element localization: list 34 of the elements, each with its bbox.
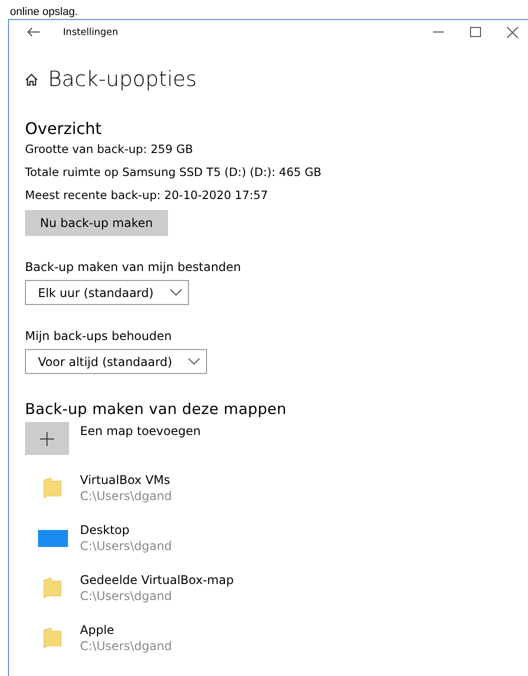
- info-text: Grootte van back-up: 259 GB: [25, 141, 194, 158]
- folder-path: C:\Users\dgand: [80, 588, 173, 604]
- close-icon[interactable]: [507, 26, 518, 38]
- plus-icon: [40, 432, 54, 446]
- folder-name[interactable]: Apple: [80, 622, 172, 638]
- folder-icon: [43, 577, 62, 599]
- folder-path: C:\Users\dgand: [80, 488, 172, 504]
- chevron-down-icon: [170, 289, 182, 296]
- section-heading: Overzicht: [25, 120, 103, 138]
- home-icon[interactable]: [25, 72, 38, 86]
- info-text: Totale ruimte op Samsung SSD T5 (D:) (D:): 465 GB: [25, 164, 322, 181]
- dropdown[interactable]: Elk uur (standaard): [25, 280, 189, 305]
- info-text: Meest recente back-up: 20-10-2020 17:57: [25, 187, 269, 204]
- backup-now-button[interactable]: Nu back-up maken: [25, 210, 168, 236]
- section-heading: Back-up maken van deze mappen: [25, 400, 288, 418]
- folder-path: C:\Users\dgand: [80, 638, 172, 654]
- maximize-icon[interactable]: [470, 27, 481, 37]
- monitor-icon: [38, 530, 68, 546]
- minimize-icon[interactable]: [433, 31, 444, 33]
- setting-label: Back-up maken van mijn bestanden: [25, 260, 242, 274]
- folder-name[interactable]: Gedeelde VirtualBox-map: [80, 572, 234, 588]
- add-folder-label[interactable]: Een map toevoegen: [80, 424, 201, 438]
- folder-name[interactable]: Desktop: [80, 522, 172, 538]
- page-title: Back-upopties: [48, 67, 197, 91]
- back-arrow-icon[interactable]: [27, 27, 41, 37]
- caption-text: online opslag.: [9, 7, 78, 17]
- folder-icon: [43, 627, 62, 649]
- folder-name[interactable]: VirtualBox VMs: [80, 472, 172, 488]
- dropdown[interactable]: Voor altijd (standaard): [25, 349, 208, 374]
- setting-label: Mijn back-ups behouden: [25, 329, 173, 343]
- chevron-down-icon: [188, 358, 200, 365]
- window-title: Instellingen: [63, 26, 120, 38]
- folder-icon: [43, 477, 62, 499]
- folder-path: C:\Users\dgand: [80, 538, 172, 554]
